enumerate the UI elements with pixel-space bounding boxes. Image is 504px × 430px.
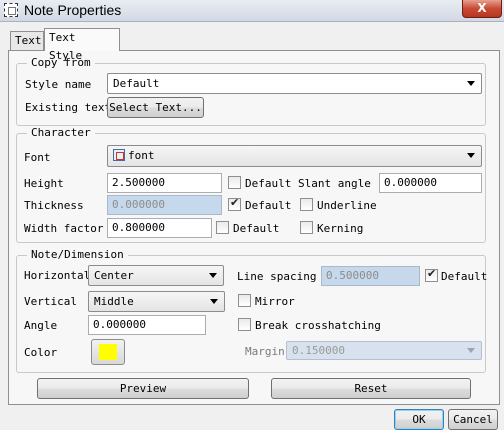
- kerning-checkbox[interactable]: [300, 221, 313, 234]
- height-default-checkbox[interactable]: [228, 176, 241, 189]
- thickness-default-label: Default: [245, 199, 292, 212]
- line-spacing-default-checkbox[interactable]: [425, 267, 438, 282]
- vertical-label: Vertical: [24, 295, 77, 308]
- horizontal-dropdown[interactable]: Center: [88, 265, 224, 286]
- line-spacing-input[interactable]: 0.500000: [321, 266, 420, 286]
- reset-button[interactable]: Reset: [271, 378, 471, 399]
- chevron-down-icon: [210, 299, 218, 304]
- tab-text[interactable]: Text: [10, 31, 44, 51]
- tab-panel-text-style: Copy from Style name Default Existing te…: [8, 50, 500, 405]
- break-crosshatching-checkbox[interactable]: [238, 318, 251, 331]
- margin-dropdown[interactable]: 0.150000: [286, 341, 482, 360]
- slant-angle-input[interactable]: 0.000000: [379, 173, 482, 193]
- thickness-label: Thickness: [24, 199, 84, 212]
- close-button[interactable]: X: [462, 0, 502, 18]
- chevron-down-icon: [467, 81, 475, 86]
- chevron-down-icon: [467, 348, 475, 353]
- angle-input[interactable]: 0.000000: [88, 315, 206, 335]
- line-spacing-default-label: Default: [441, 270, 488, 283]
- width-default-label: Default: [233, 222, 280, 235]
- font-value: font: [128, 149, 155, 162]
- horizontal-value: Center: [94, 269, 134, 282]
- note-dimension-group: Note/Dimension Horizontal Center Line sp…: [16, 248, 488, 373]
- chevron-down-icon: [467, 153, 475, 158]
- app-icon: [4, 3, 18, 17]
- chevron-down-icon: [209, 273, 217, 278]
- existing-text-label: Existing text: [25, 101, 112, 114]
- character-group: Character Font font Height 2.500000 Defa…: [16, 126, 486, 243]
- preview-button[interactable]: Preview: [37, 378, 249, 399]
- vertical-value: Middle: [94, 295, 134, 308]
- font-label: Font: [24, 151, 51, 164]
- width-default-checkbox[interactable]: [216, 221, 229, 234]
- thickness-default-checkbox[interactable]: [228, 196, 241, 211]
- style-name-label: Style name: [25, 78, 92, 91]
- break-crosshatching-label: Break crosshatching: [255, 319, 381, 332]
- color-button[interactable]: [91, 339, 125, 365]
- mirror-label: Mirror: [255, 295, 295, 308]
- window-title: Note Properties: [24, 2, 122, 18]
- ok-button[interactable]: OK: [394, 409, 444, 430]
- font-dropdown[interactable]: font: [107, 145, 482, 167]
- angle-label: Angle: [24, 319, 58, 332]
- character-title: Character: [27, 126, 95, 139]
- font-file-icon: [113, 149, 125, 161]
- color-swatch: [99, 344, 117, 360]
- horizontal-label: Horizontal: [24, 269, 91, 282]
- title-bar: Note Properties X: [0, 0, 504, 22]
- width-factor-input[interactable]: 0.800000: [107, 218, 212, 238]
- slant-angle-label: Slant angle: [298, 177, 371, 190]
- line-spacing-label: Line spacing: [237, 270, 317, 283]
- vertical-dropdown[interactable]: Middle: [88, 291, 225, 312]
- height-input[interactable]: 2.500000: [107, 173, 222, 193]
- style-name-dropdown[interactable]: Default: [107, 73, 482, 94]
- width-factor-label: Width factor: [24, 222, 104, 235]
- kerning-label: Kerning: [317, 222, 364, 235]
- height-label: Height: [24, 177, 64, 190]
- height-default-label: Default: [245, 177, 292, 190]
- style-name-value: Default: [113, 77, 160, 90]
- color-label: Color: [24, 346, 58, 359]
- underline-checkbox[interactable]: [300, 198, 313, 211]
- cancel-button[interactable]: Cancel: [448, 409, 498, 430]
- mirror-checkbox[interactable]: [238, 294, 251, 307]
- select-text-button[interactable]: Select Text...: [107, 97, 204, 118]
- margin-value: 0.150000: [292, 344, 345, 357]
- note-dimension-title: Note/Dimension: [27, 248, 128, 261]
- thickness-input[interactable]: 0.000000: [107, 195, 222, 215]
- tab-text-style[interactable]: Text Style: [44, 28, 120, 62]
- copy-from-group: Copy from Style name Default Existing te…: [16, 56, 486, 126]
- margin-label: Margin: [245, 345, 285, 358]
- underline-label: Underline: [317, 199, 377, 212]
